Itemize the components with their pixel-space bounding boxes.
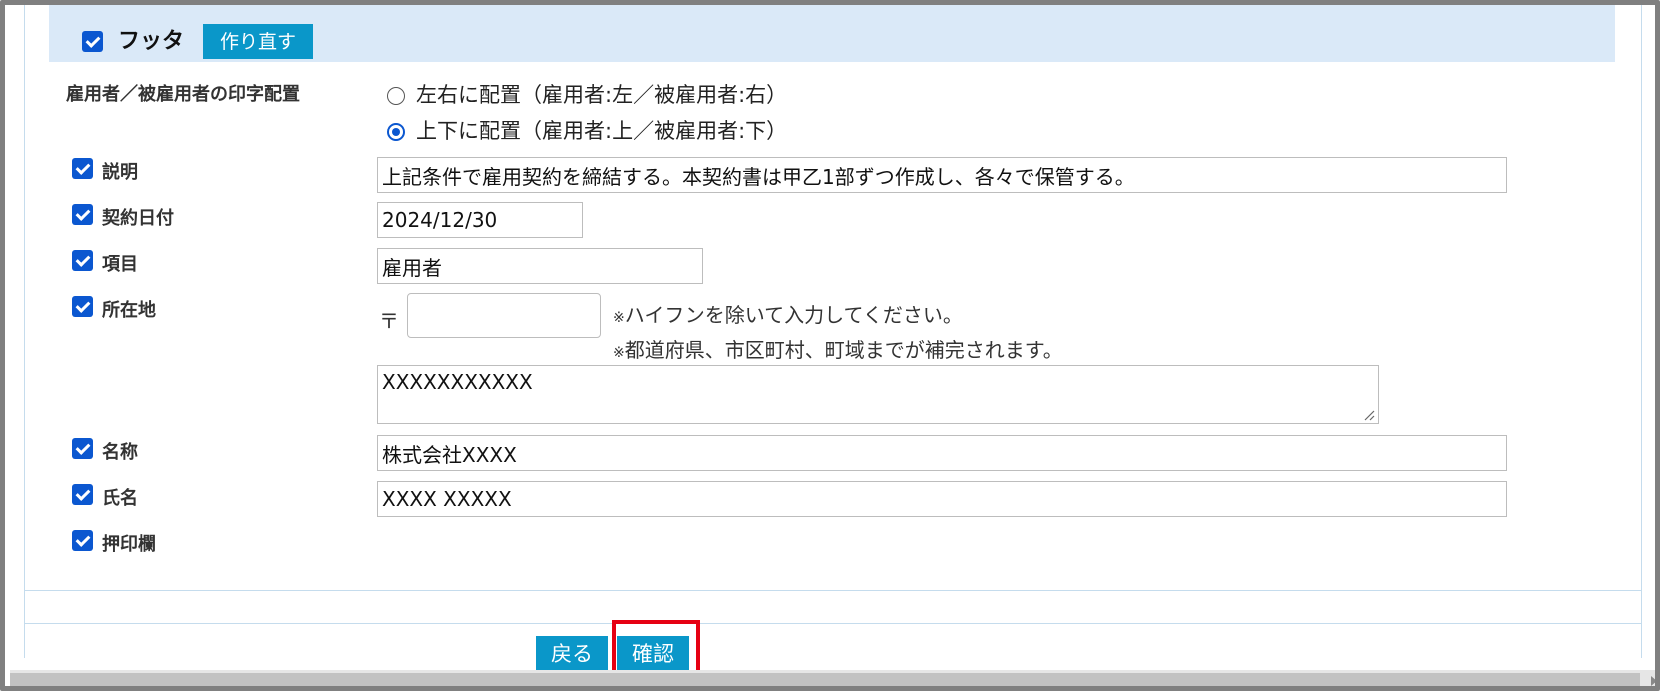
footer-checkbox[interactable] (82, 31, 103, 52)
company-name-input[interactable] (377, 435, 1507, 471)
item-label: 項目 (102, 254, 138, 275)
layout-option-label: 雇用者／被雇用者の印字配置 (66, 84, 300, 105)
contract-date-checkbox[interactable] (72, 204, 93, 225)
postal-code-input[interactable] (407, 293, 601, 338)
resize-grip-icon[interactable] (1363, 409, 1375, 421)
description-label: 説明 (102, 162, 138, 183)
note-text-1: ハイフンを除いて入力してください。 (624, 303, 963, 327)
person-name-input[interactable] (377, 481, 1507, 517)
content-border-right (1641, 5, 1642, 658)
note-mark-2: ※ (613, 345, 625, 361)
content-border-left (24, 5, 25, 658)
seal-checkbox[interactable] (72, 530, 93, 551)
description-input[interactable] (377, 157, 1507, 193)
footer-title: フッタ (118, 29, 185, 54)
description-checkbox[interactable] (72, 158, 93, 179)
person-name-label: 氏名 (102, 488, 138, 509)
address-label: 所在地 (102, 300, 156, 321)
section-divider (24, 590, 1642, 591)
contract-date-label: 契約日付 (102, 208, 174, 229)
company-name-label: 名称 (102, 442, 138, 463)
rebuild-button[interactable]: 作り直す (203, 24, 313, 59)
radio-left-right[interactable] (387, 87, 405, 105)
address-checkbox[interactable] (72, 296, 93, 317)
radio-left-right-label: 左右に配置（雇用者:左／被雇用者:右） (416, 83, 788, 107)
scrollbar-thumb[interactable] (10, 673, 1640, 686)
scroll-right-arrow-icon[interactable] (1651, 676, 1655, 686)
person-name-checkbox[interactable] (72, 484, 93, 505)
postal-mark: 〒 (379, 309, 399, 333)
horizontal-scrollbar[interactable] (10, 670, 1655, 686)
contract-date-input[interactable] (377, 202, 583, 238)
postal-note-2: ※都道府県、市区町村、町域までが補完されます。 (613, 334, 1063, 363)
note-mark-1: ※ (613, 310, 625, 326)
footer-divider (24, 623, 1642, 624)
item-input[interactable] (377, 248, 703, 284)
postal-note-1: ※ハイフンを除いて入力してください。 (613, 299, 963, 328)
page-frame: フッタ 作り直す 雇用者／被雇用者の印字配置 左右に配置（雇用者:左／被雇用者:… (0, 0, 1660, 691)
radio-top-bottom-label: 上下に配置（雇用者:上／被雇用者:下） (416, 119, 788, 143)
back-button[interactable]: 戻る (536, 636, 608, 671)
company-name-checkbox[interactable] (72, 438, 93, 459)
address-textarea[interactable]: XXXXXXXXXXX (377, 365, 1379, 424)
note-text-2: 都道府県、市区町村、町域までが補完されます。 (624, 338, 1063, 362)
item-checkbox[interactable] (72, 250, 93, 271)
radio-top-bottom[interactable] (387, 123, 405, 141)
seal-label: 押印欄 (102, 534, 156, 555)
